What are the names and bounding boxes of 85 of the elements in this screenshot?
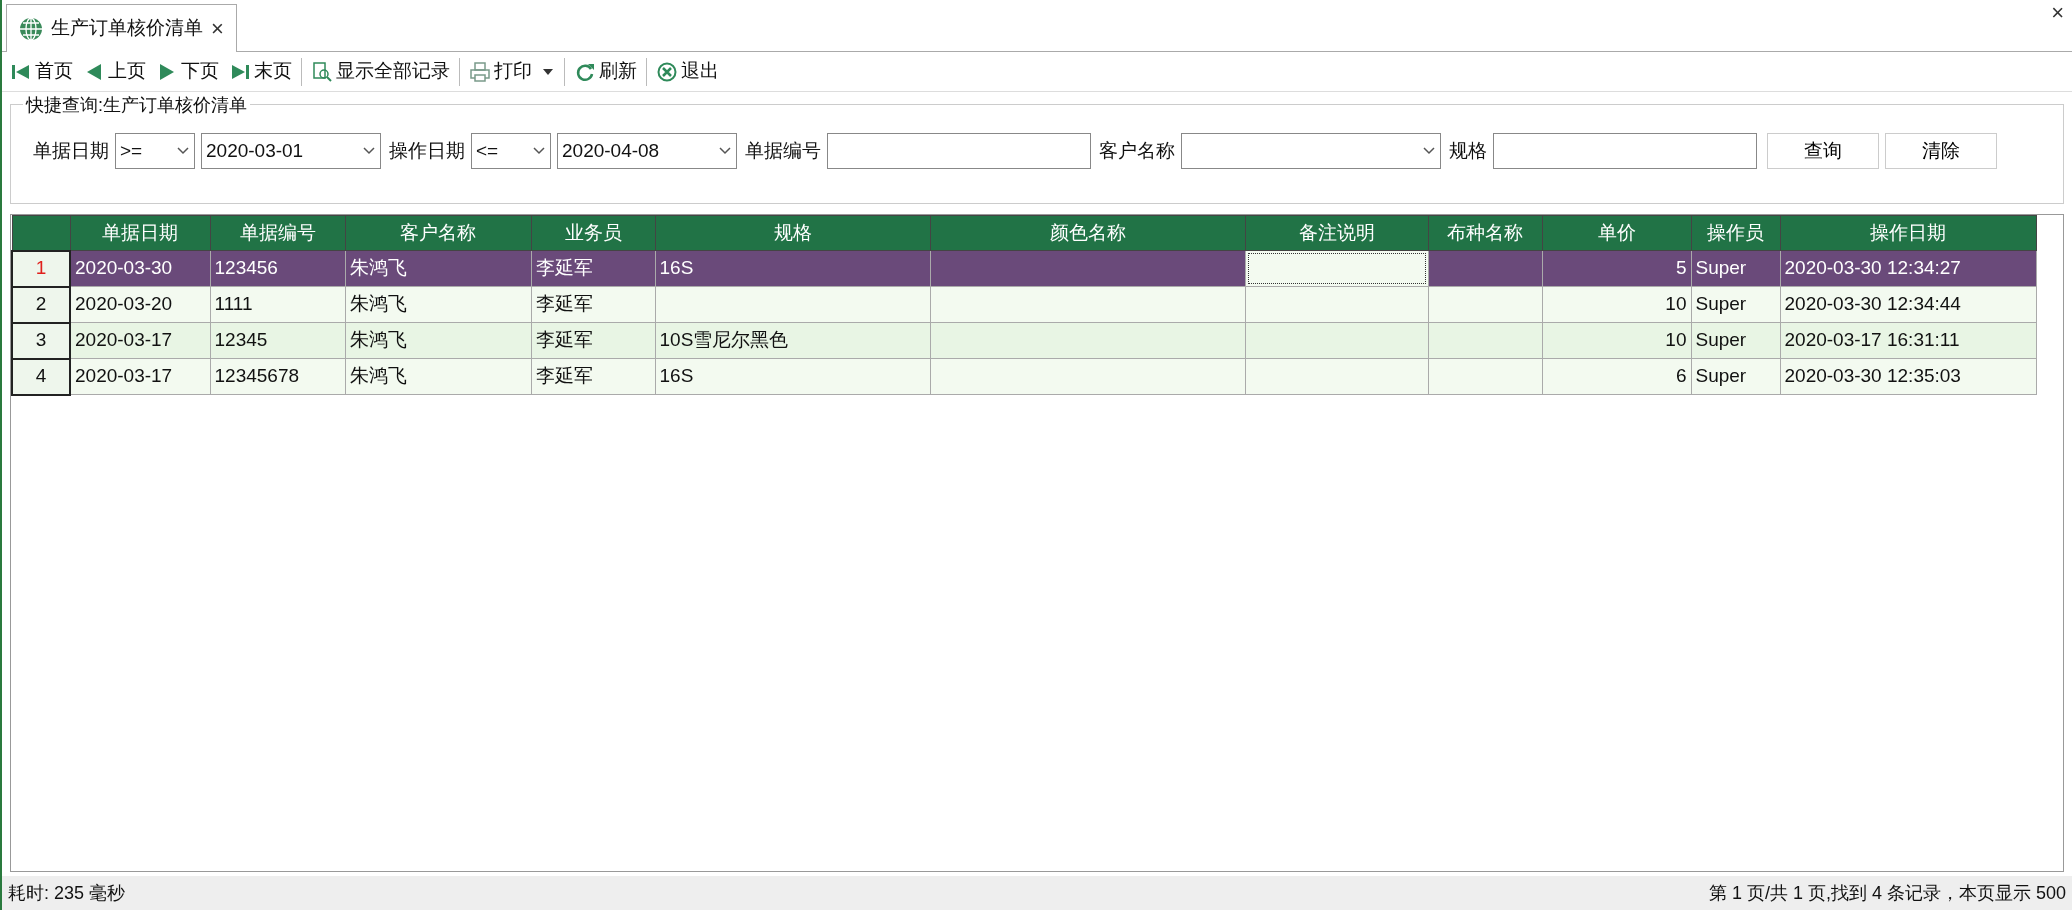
table-cell: Super [1691,286,1780,323]
column-header[interactable]: 单据编号 [210,215,345,251]
column-header[interactable]: 规格 [655,215,930,251]
chevron-icon [532,146,546,156]
elapsed-time: 耗时: 235 毫秒 [8,881,126,905]
toolbar-button[interactable]: 末页 [225,55,296,88]
table-cell: 李延军 [531,286,655,323]
table-cell: 李延军 [531,358,655,395]
toolbar-button[interactable]: 打印 [465,55,559,88]
table-cell: 朱鸿飞 [345,322,531,359]
column-header[interactable]: 备注说明 [1245,215,1428,251]
toolbar-button[interactable]: 首页 [6,55,77,88]
header-corner [12,215,70,251]
column-header[interactable]: 客户名称 [345,215,531,251]
table-cell: 12345 [210,322,345,359]
chevron-icon [362,146,376,156]
table-cell: Super [1691,322,1780,359]
filter-label: 规格 [1449,138,1487,163]
operator-dropdown[interactable]: <= [471,133,551,169]
filter-label: 单据日期 [33,138,109,163]
table-cell: 2020-03-30 12:35:03 [1780,358,2036,395]
filter-label: 操作日期 [389,138,465,163]
date-picker[interactable]: 2020-03-01 [201,133,381,169]
table-cell: 李延军 [531,250,655,287]
table-cell: 16S [655,250,930,287]
toolbar-button[interactable]: 下页 [152,55,223,88]
toolbar-button[interactable]: 刷新 [570,55,641,88]
chevron-icon [718,146,732,156]
close-button[interactable]: × [2051,2,2064,24]
operator-dropdown[interactable]: >= [115,133,195,169]
page-info: 第 1 页/共 1 页,找到 4 条记录，本页显示 500 [1708,881,2066,905]
filter-label: 单据编号 [745,138,821,163]
table-cell: 2020-03-17 [70,322,210,359]
table-cell: 朱鸿飞 [345,358,531,395]
column-header[interactable]: 操作日期 [1780,215,2036,251]
query-button[interactable]: 清除 [1885,133,1997,169]
column-header[interactable]: 业务员 [531,215,655,251]
printer-icon [469,60,491,83]
table-cell: 10 [1542,322,1691,359]
column-header[interactable]: 单据日期 [70,215,210,251]
chevron-icon [1422,146,1436,156]
table-cell: 2020-03-20 [70,286,210,323]
toolbar-button[interactable]: 退出 [652,55,723,88]
table-cell: 1111 [210,286,345,323]
table-cell: 10S雪尼尔黑色 [655,322,930,359]
input-field[interactable] [1493,133,1757,169]
document-search-icon [311,60,333,83]
table-cell: 朱鸿飞 [345,250,531,287]
toolbar-button[interactable]: 上页 [79,55,150,88]
customer-dropdown[interactable] [1181,133,1441,169]
filter-label: 客户名称 [1099,138,1175,163]
table-cell: 12345678 [210,358,345,395]
table-cell: 2020-03-17 16:31:11 [1780,322,2036,359]
table-cell: 朱鸿飞 [345,286,531,323]
table-cell: 16S [655,358,930,395]
row-number[interactable]: 4 [12,358,70,395]
toolbar-button[interactable]: 显示全部记录 [307,55,454,88]
table-cell: 123456 [210,250,345,287]
table-cell: 李延军 [531,322,655,359]
column-header[interactable]: 操作员 [1691,215,1780,251]
column-header[interactable]: 布种名称 [1428,215,1542,251]
table-cell: 5 [1542,250,1691,287]
table-cell: 2020-03-30 12:34:44 [1780,286,2036,323]
table-cell: 6 [1542,358,1691,395]
close-circle-icon [656,60,678,83]
cell-editor[interactable] [1247,253,1426,284]
column-header[interactable]: 单价 [1542,215,1691,251]
date-picker[interactable]: 2020-04-08 [557,133,737,169]
column-header[interactable]: 颜色名称 [930,215,1245,251]
table-cell: Super [1691,358,1780,395]
table-cell: 2020-03-30 [70,250,210,287]
chevron-icon [176,146,190,156]
close-tab-button[interactable]: × [211,17,224,40]
row-number[interactable]: 1 [12,250,70,287]
query-button[interactable]: 查询 [1767,133,1879,169]
row-number[interactable]: 3 [12,322,70,359]
document-tab[interactable]: 生产订单核价清单 × [6,4,237,52]
table-cell: 10 [1542,286,1691,323]
tab-title: 生产订单核价清单 [51,16,203,41]
row-number[interactable]: 2 [12,286,70,323]
table-cell: 2020-03-30 12:34:27 [1780,250,2036,287]
input-field[interactable] [827,133,1091,169]
table-cell: 2020-03-17 [70,358,210,395]
globe-icon [19,16,43,41]
table-cell: Super [1691,250,1780,287]
